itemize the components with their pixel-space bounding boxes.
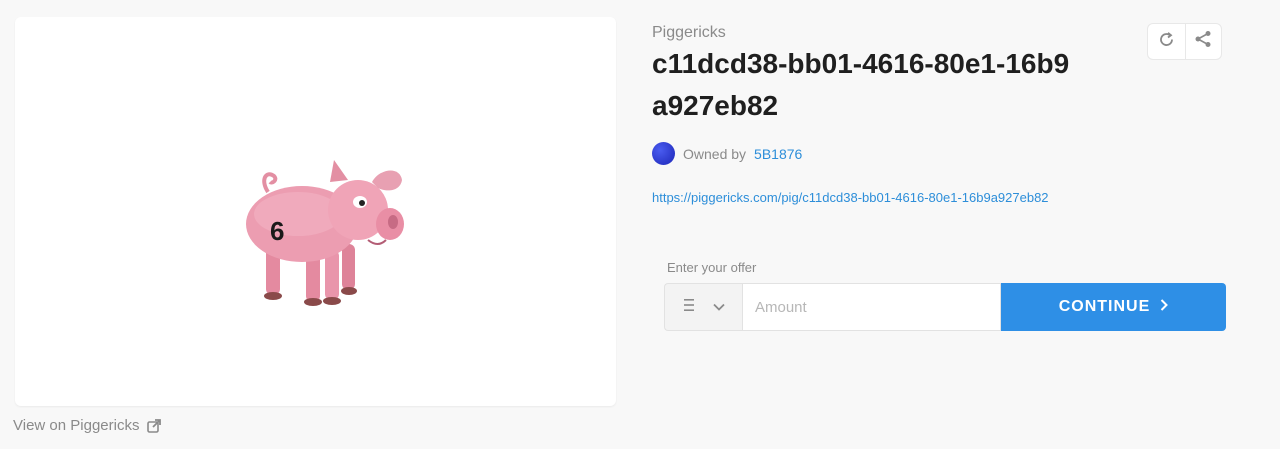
ethereum-icon (683, 297, 695, 318)
refresh-icon (1158, 31, 1175, 53)
continue-button[interactable]: CONTINUE (1001, 283, 1226, 331)
owner-prefix: Owned by (683, 145, 747, 162)
share-icon (1194, 30, 1212, 53)
currency-select[interactable] (664, 283, 742, 331)
chevron-down-icon (712, 298, 725, 316)
offer-label: Enter your offer (667, 260, 757, 275)
share-button[interactable] (1184, 24, 1222, 59)
offer-form: CONTINUE (664, 283, 1226, 331)
continue-label: CONTINUE (1058, 298, 1151, 315)
item-actions (1147, 23, 1222, 60)
item-image-card: 6 (15, 17, 616, 406)
page: 6 View on Piggericks Piggericks c11dcd38… (0, 0, 1280, 449)
item-url-link[interactable]: https://piggericks.com/pig/c11dcd38-bb01… (652, 190, 1049, 205)
refresh-button[interactable] (1148, 24, 1185, 59)
view-link-label: View on Piggericks (13, 417, 140, 434)
owner-row: Owned by 5B1876 (652, 142, 802, 165)
chevron-right-icon (1160, 298, 1169, 316)
pig-image: 6 (246, 160, 404, 306)
amount-input[interactable] (742, 283, 1001, 331)
item-title: c11dcd38-bb01-4616-80e1-16b9a927eb82 (652, 48, 1070, 121)
owner-link[interactable]: 5B1876 (754, 146, 802, 162)
owner-avatar[interactable] (652, 142, 675, 165)
external-link-icon (147, 418, 162, 433)
view-on-piggericks-link[interactable]: View on Piggericks (13, 417, 162, 434)
collection-name[interactable]: Piggericks (652, 24, 726, 42)
pig-number: 6 (270, 216, 284, 246)
